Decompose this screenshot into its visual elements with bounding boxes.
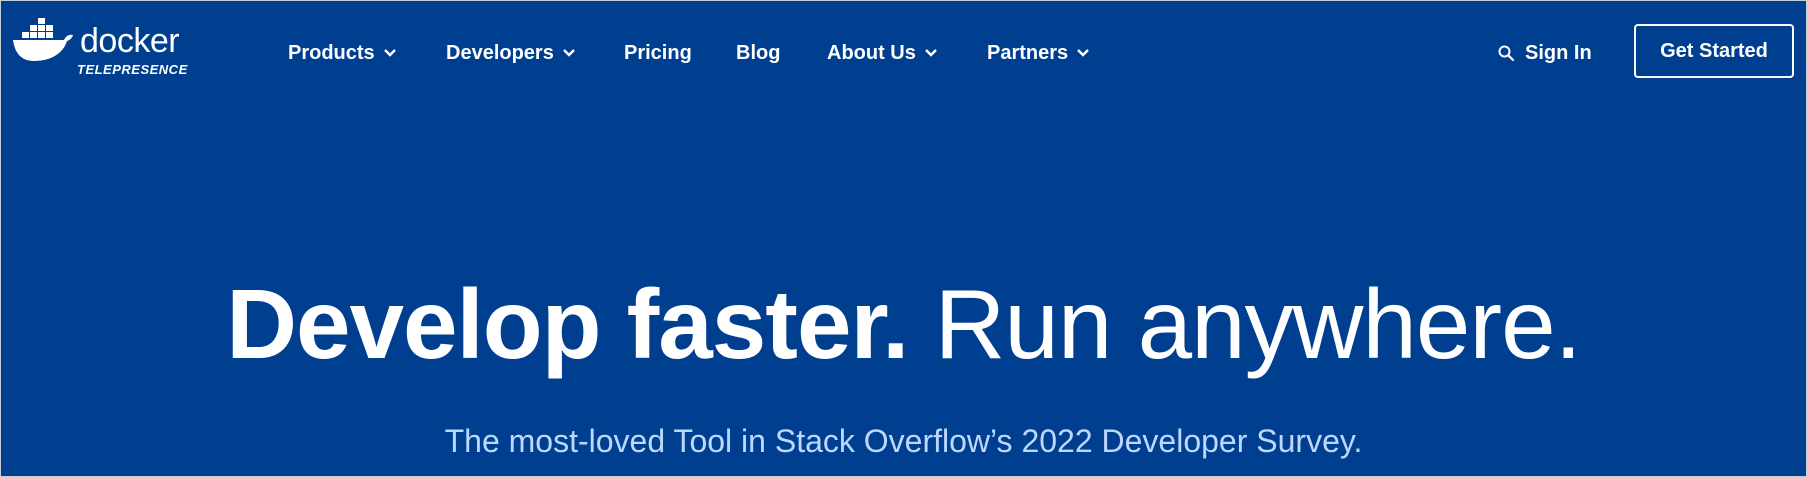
chevron-down-icon (562, 49, 575, 57)
nav-label: Partners (987, 41, 1069, 64)
nav-label: Products (288, 41, 375, 64)
nav-pricing[interactable]: Pricing (624, 40, 692, 66)
hero-title-light: Run anywhere. (934, 269, 1582, 379)
chevron-down-icon (383, 49, 396, 57)
sign-in-label: Sign In (1525, 41, 1592, 64)
chevron-down-icon (1077, 49, 1090, 57)
brand-subtitle: TELEPRESENCE (77, 62, 188, 77)
nav-developers[interactable]: Developers (446, 40, 576, 66)
hero-title-bold: Develop faster. (226, 269, 909, 379)
page-frame: docker TELEPRESENCE Products Developers … (0, 0, 1807, 477)
brand-logo[interactable]: docker TELEPRESENCE (12, 14, 194, 80)
site-header: docker TELEPRESENCE Products Developers … (1, 1, 1806, 103)
nav-about-us[interactable]: About Us (827, 40, 938, 66)
chevron-down-icon (925, 49, 937, 57)
sign-in-link[interactable]: Sign In (1497, 40, 1592, 66)
nav-label: Developers (446, 41, 554, 64)
docker-whale-icon (13, 18, 73, 61)
nav-partners[interactable]: Partners (987, 40, 1090, 66)
search-icon[interactable] (1497, 44, 1515, 62)
nav-label: About Us (827, 41, 916, 64)
nav-label: Pricing (624, 41, 692, 64)
nav-blog[interactable]: Blog (736, 40, 780, 66)
nav-label: Blog (736, 41, 781, 64)
nav-products[interactable]: Products (288, 40, 397, 66)
hero-subtitle: The most-loved Tool in Stack Overflow’s … (444, 423, 1363, 459)
brand-wordmark: docker (80, 22, 180, 60)
get-started-button[interactable]: Get Started (1634, 24, 1794, 78)
hero-title: Develop faster. Run anywhere. (1, 269, 1806, 379)
